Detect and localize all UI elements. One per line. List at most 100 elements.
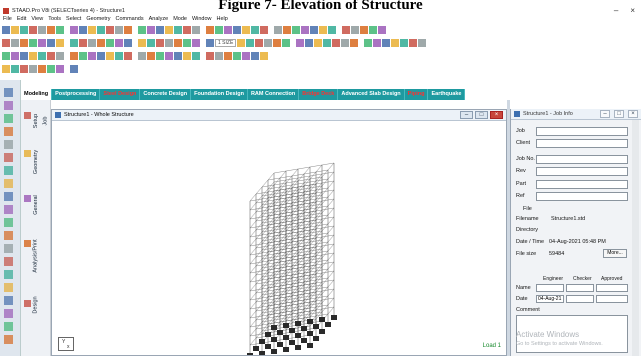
toolbar-tool-icon[interactable] <box>409 39 418 47</box>
toolbar-tool-icon[interactable] <box>97 26 105 34</box>
toolbar-tool-icon[interactable] <box>391 39 400 47</box>
toolbar-tool-icon[interactable] <box>11 39 19 47</box>
toolbar-tool-icon[interactable] <box>206 26 214 34</box>
ribbon-tab-postprocessing[interactable]: Postprocessing <box>52 89 101 100</box>
rail-tool-icon[interactable] <box>4 335 13 344</box>
ribbon-tab-modeling[interactable]: Modeling <box>21 89 53 100</box>
toolbar-tool-icon[interactable] <box>192 26 200 34</box>
ribbon-tab-foundation-design[interactable]: Foundation Design <box>191 89 248 100</box>
part-field[interactable] <box>536 180 628 189</box>
toolbar-tool-icon[interactable] <box>20 39 28 47</box>
toolbar-tool-icon[interactable] <box>382 39 391 47</box>
toolbar-tool-icon[interactable] <box>319 26 327 34</box>
toolbar-tool-icon[interactable] <box>206 52 214 60</box>
checker-date-field[interactable] <box>566 295 594 303</box>
structure-minimize-button[interactable]: – <box>460 111 473 119</box>
toolbar-tool-icon[interactable] <box>332 39 341 47</box>
menu-analyze[interactable]: Analyze <box>149 16 169 22</box>
toolbar-tool-icon[interactable] <box>378 26 386 34</box>
menu-help[interactable]: Help <box>217 16 228 22</box>
toolbar-tool-icon[interactable] <box>138 39 146 47</box>
toolbar-tool-icon[interactable] <box>215 26 223 34</box>
toolbar-tool-icon[interactable] <box>147 52 155 60</box>
rail-tool-icon[interactable] <box>4 322 13 331</box>
toolbar-tool-icon[interactable] <box>97 39 105 47</box>
engineer-name-field[interactable] <box>536 284 564 292</box>
toolbar-tool-icon[interactable] <box>2 26 10 34</box>
rail-tool-icon[interactable] <box>4 101 13 110</box>
menu-commands[interactable]: Commands <box>115 16 143 22</box>
toolbar-tool-icon[interactable] <box>79 39 87 47</box>
toolbar-tool-icon[interactable] <box>251 26 259 34</box>
structure-close-button[interactable]: × <box>490 111 503 119</box>
toolbar-tool-icon[interactable] <box>165 26 173 34</box>
toolbar-tool-icon[interactable] <box>373 39 382 47</box>
engineer-date-field[interactable]: 04-Aug-21 <box>536 295 564 303</box>
toolbar-tool-icon[interactable] <box>79 52 87 60</box>
job-field[interactable] <box>536 127 628 136</box>
toolbar-tool-icon[interactable] <box>369 26 377 34</box>
rail-tool-icon[interactable] <box>4 270 13 279</box>
job-info-close-button[interactable]: × <box>628 110 638 118</box>
menu-geometry[interactable]: Geometry <box>86 16 110 22</box>
rail-tool-icon[interactable] <box>4 218 13 227</box>
toolbar-tool-icon[interactable] <box>296 39 305 47</box>
toolbar-tool-icon[interactable] <box>115 26 123 34</box>
toolbar-tool-icon[interactable] <box>364 39 373 47</box>
toolbar-tool-icon[interactable] <box>183 52 191 60</box>
toolbar-tool-icon[interactable] <box>138 26 146 34</box>
toolbar-tool-icon[interactable] <box>70 39 78 47</box>
toolbar-tool-icon[interactable] <box>11 52 19 60</box>
rail-tool-icon[interactable] <box>4 127 13 136</box>
toolbar-tool-icon[interactable] <box>237 39 246 47</box>
ribbon-tab-earthquake[interactable]: Earthquake <box>428 89 466 100</box>
toolbar-tool-icon[interactable] <box>251 52 259 60</box>
toolbar-tool-icon[interactable] <box>165 52 173 60</box>
toolbar-tool-icon[interactable] <box>56 39 64 47</box>
toolbar-tool-icon[interactable] <box>350 39 359 47</box>
ribbon-tab-concrete-design[interactable]: Concrete Design <box>140 89 192 100</box>
toolbar-tool-icon[interactable] <box>124 39 132 47</box>
toolbar-tool-icon[interactable] <box>301 26 309 34</box>
menu-window[interactable]: Window <box>192 16 212 22</box>
more-button[interactable]: More... <box>603 249 627 258</box>
toolbar-tool-icon[interactable] <box>20 52 28 60</box>
ribbon-tab-bridge-deck[interactable]: Bridge Deck <box>299 89 339 100</box>
menu-file[interactable]: File <box>3 16 12 22</box>
toolbar-tool-icon[interactable] <box>124 52 132 60</box>
toolbar-tool-icon[interactable] <box>88 26 96 34</box>
toolbar-tool-icon[interactable] <box>56 26 64 34</box>
toolbar-tool-icon[interactable] <box>273 39 282 47</box>
toolbar-tool-icon[interactable] <box>47 26 55 34</box>
toolbar-tool-icon[interactable] <box>310 26 318 34</box>
toolbar-tool-icon[interactable] <box>224 52 232 60</box>
menu-select[interactable]: Select <box>66 16 81 22</box>
toolbar-tool-icon[interactable] <box>192 39 200 47</box>
toolbar-tool-icon[interactable] <box>260 52 268 60</box>
toolbar-tool-icon[interactable] <box>192 52 200 60</box>
ribbon-tab-steel-design[interactable]: Steel Design <box>100 89 141 100</box>
toolbar-tool-icon[interactable] <box>260 26 268 34</box>
toolbar-tool-icon[interactable] <box>47 65 55 73</box>
minimize-button[interactable]: – <box>614 6 618 15</box>
rail-tool-icon[interactable] <box>4 166 13 175</box>
toolbar-tool-icon[interactable] <box>305 39 314 47</box>
toolbar-tool-icon[interactable] <box>2 39 10 47</box>
toolbar-tool-icon[interactable] <box>38 39 46 47</box>
toolbar-tool-icon[interactable] <box>215 52 223 60</box>
toolbar-tool-icon[interactable] <box>47 39 55 47</box>
page-tab-analysis-print[interactable]: Analysis/Print <box>21 228 51 284</box>
toolbar-tool-icon[interactable] <box>183 26 191 34</box>
toolbar-tool-icon[interactable] <box>20 26 28 34</box>
toolbar-tool-icon[interactable] <box>242 26 250 34</box>
toolbar-tool-icon[interactable] <box>138 52 146 60</box>
toolbar-tool-icon[interactable] <box>255 39 264 47</box>
toolbar-tool-icon[interactable] <box>106 26 114 34</box>
ref-field[interactable] <box>536 192 628 201</box>
toolbar-tool-icon[interactable] <box>233 26 241 34</box>
rev-field[interactable] <box>536 167 628 176</box>
rail-tool-icon[interactable] <box>4 192 13 201</box>
toolbar-tool-icon[interactable] <box>174 26 182 34</box>
rail-tool-icon[interactable] <box>4 296 13 305</box>
rail-tool-icon[interactable] <box>4 244 13 253</box>
